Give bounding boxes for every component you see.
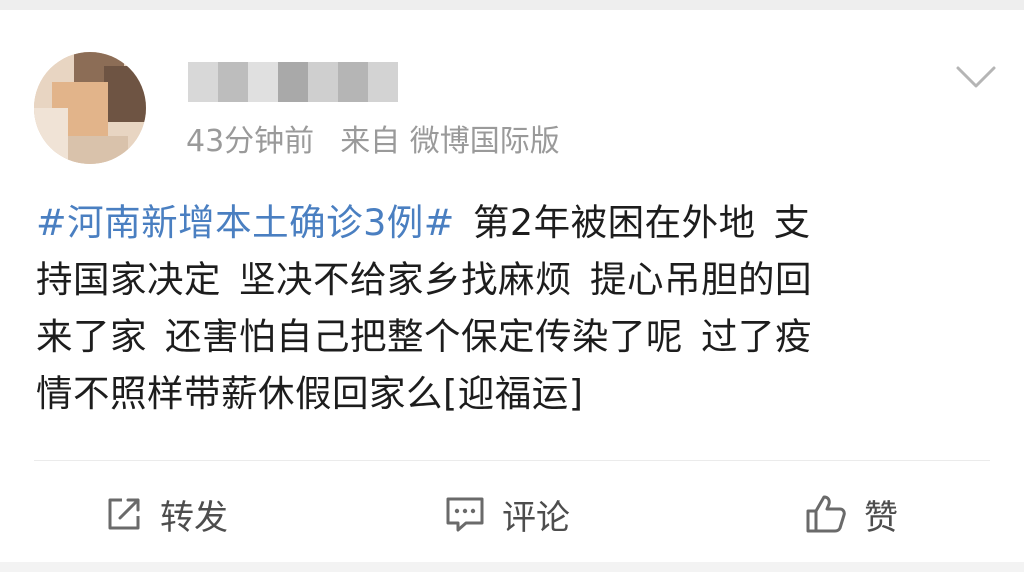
post-line: #河南新增本土确诊3例# 第2年被困在外地支: [36, 194, 996, 251]
post-text-segment: 提心吊胆的回: [590, 258, 812, 301]
top-divider-strip: [0, 0, 1024, 10]
post-text-segment: 支: [773, 201, 811, 244]
post-source: 来自 微博国际版: [340, 124, 560, 159]
like-label: 赞: [864, 497, 898, 538]
chevron-down-icon: [956, 66, 996, 88]
like-button[interactable]: 赞: [804, 486, 898, 542]
post-text-segment: 第2年被困在外地: [472, 201, 756, 244]
post-line: 来了家 还害怕自己把整个保定传染了呢 过了疫: [36, 308, 996, 365]
weibo-post-card: 43分钟前 来自 微博国际版 #河南新增本土确诊3例# 第2年被困在外地支 持国家决…: [0, 0, 1024, 572]
post-meta: 43分钟前 来自 微博国际版: [186, 122, 560, 162]
comment-label: 评论: [502, 497, 570, 538]
post-line: 情不照样带薪休假回家么[迎福运]: [36, 365, 996, 422]
comment-button[interactable]: 评论: [444, 486, 570, 542]
post-text-segment: 坚决不给家乡找麻烦: [239, 258, 572, 301]
post-text-segment: 情不照样带薪休假回家么[迎福运]: [36, 372, 584, 415]
post-text: #河南新增本土确诊3例# 第2年被困在外地支 持国家决定 坚决不给家乡找麻烦 提心吊胆…: [36, 194, 996, 422]
post-text-segment: 持国家决定: [36, 258, 221, 301]
blur-block: [188, 62, 218, 102]
blur-block: [368, 62, 398, 102]
bottom-divider-strip: [0, 562, 1024, 572]
more-options-button[interactable]: [954, 62, 998, 92]
share-icon: [108, 498, 140, 530]
thumbs-up-icon: [806, 495, 846, 533]
post-line: 持国家决定 坚决不给家乡找麻烦 提心吊胆的回: [36, 251, 996, 308]
comment-icon: [446, 497, 484, 532]
post-text-segment: 还害怕自己把整个保定传染了呢: [165, 315, 683, 358]
blur-block: [248, 62, 278, 102]
repost-button[interactable]: 转发: [104, 486, 228, 542]
post-actions-bar: 转发 评论 赞: [0, 478, 1024, 550]
avatar-hair-side: [104, 66, 146, 122]
blur-block: [338, 62, 368, 102]
post-text-segment: 过了疫: [701, 315, 812, 358]
avatar-shoulder: [68, 136, 128, 164]
actions-divider: [34, 460, 990, 461]
hashtag-link[interactable]: #河南新增本土确诊3例#: [36, 201, 455, 244]
post-time: 43分钟前: [186, 124, 315, 159]
username-blurred[interactable]: [188, 62, 398, 102]
blur-block: [218, 62, 248, 102]
avatar-bg-lower: [34, 108, 68, 164]
username: [188, 62, 189, 63]
post-text-segment: 来了家: [36, 315, 147, 358]
avatar[interactable]: [34, 52, 146, 164]
blur-block: [278, 62, 308, 102]
repost-label: 转发: [160, 497, 228, 538]
blur-block: [308, 62, 338, 102]
